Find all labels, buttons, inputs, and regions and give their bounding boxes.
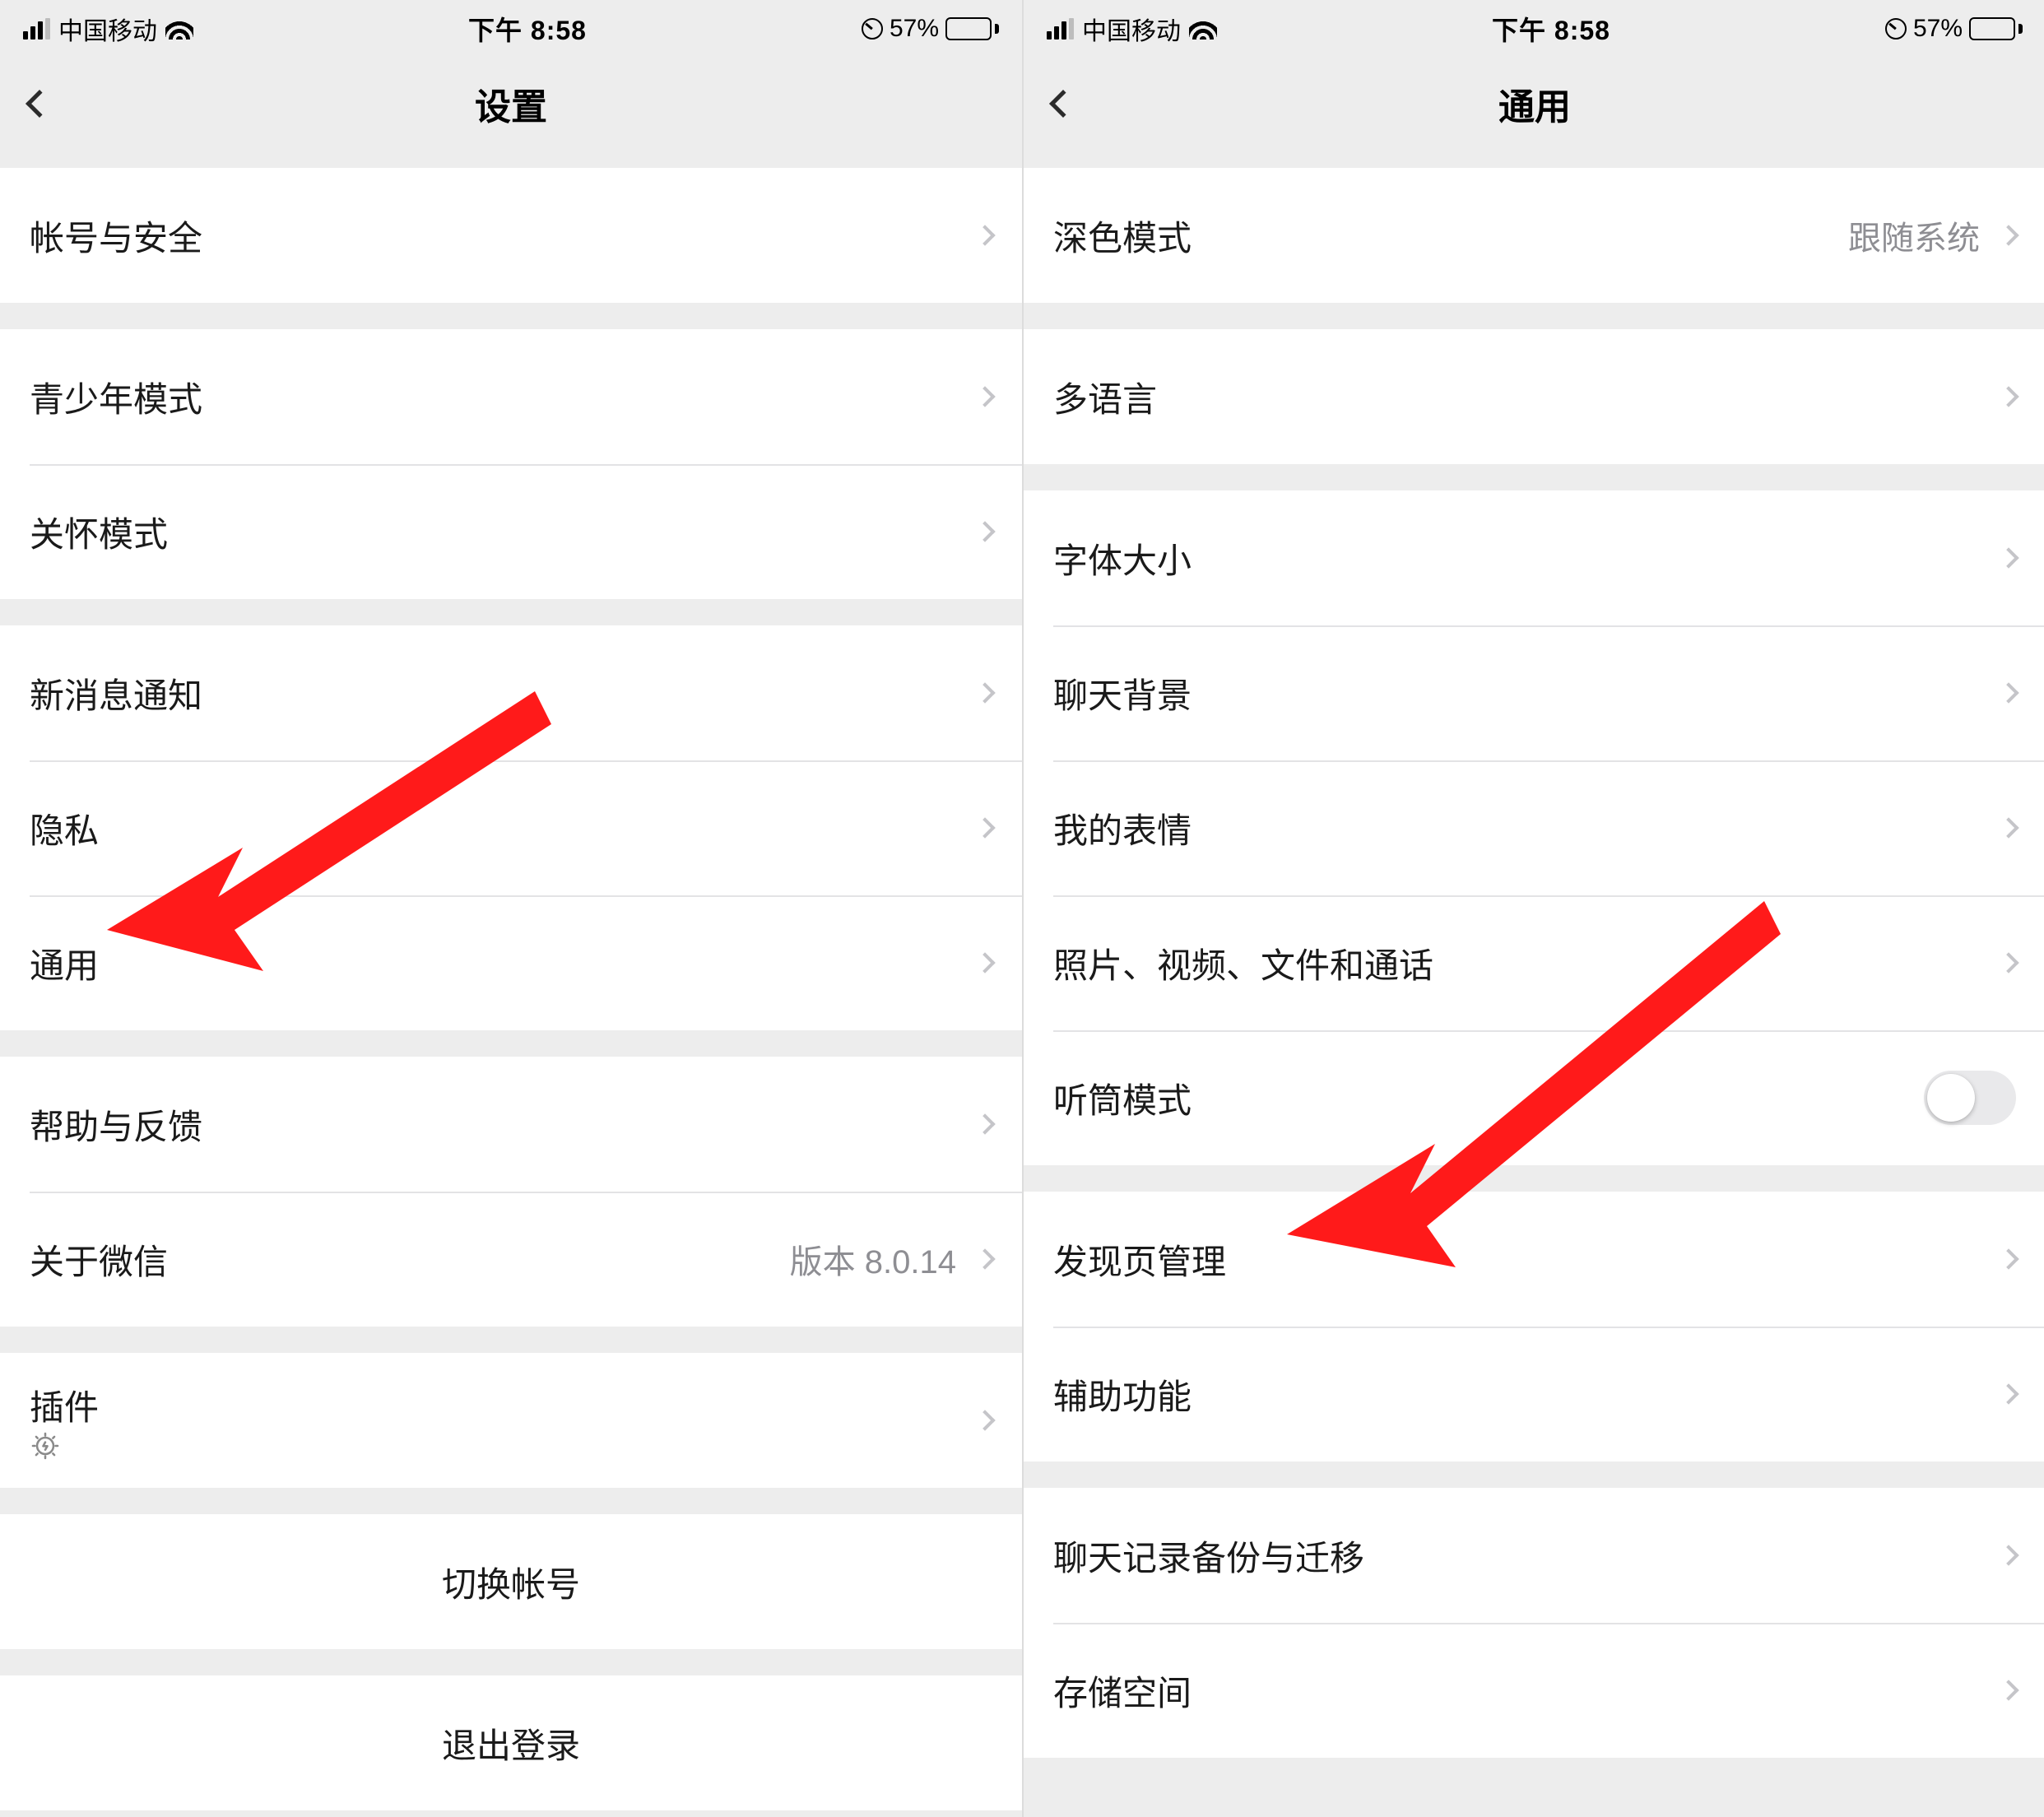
row-accessibility[interactable]: 辅助功能 [1024, 1327, 2044, 1462]
chevron-right-icon [1998, 952, 2018, 973]
row-label: 发现页管理 [1053, 1234, 1995, 1285]
row-label: 隐私 [30, 803, 971, 853]
chevron-right-icon [1998, 386, 2018, 407]
chevron-right-icon [1998, 1383, 2018, 1404]
nav-bar: 设置 [0, 58, 1022, 150]
lightbulb-icon [30, 1430, 971, 1462]
screenshot-general: 中国移动 下午 8:58 57% 通用 深色 [1024, 0, 2044, 1817]
back-button[interactable] [15, 79, 64, 128]
chevron-right-icon [974, 521, 995, 541]
row-chat-backup[interactable]: 聊天记录备份与迁移 [1024, 1488, 2044, 1623]
chevron-right-icon [1998, 547, 2018, 568]
chevron-right-icon [974, 1248, 995, 1269]
row-logout[interactable]: 退出登录 [0, 1675, 1022, 1810]
chevron-right-icon [1998, 1248, 2018, 1269]
battery-pct: 57% [1913, 15, 1963, 43]
chevron-right-icon [974, 817, 995, 838]
row-media-files-calls[interactable]: 照片、视频、文件和通话 [1024, 895, 2044, 1030]
row-account-security[interactable]: 帐号与安全 [0, 168, 1022, 303]
status-time: 下午 8:58 [468, 10, 587, 48]
row-value: 跟随系统 [1848, 211, 1980, 259]
status-bar: 中国移动 下午 8:58 57% [1024, 0, 2044, 58]
row-label: 插件 [30, 1380, 971, 1462]
chevron-right-icon [974, 682, 995, 703]
carrier-label: 中国移动 [58, 11, 157, 47]
signal-icon [23, 18, 50, 40]
back-button[interactable] [1038, 79, 1088, 128]
nav-bar: 通用 [1024, 58, 2044, 150]
row-label: 新消息通知 [30, 668, 971, 718]
row-earpiece-mode[interactable]: 听筒模式 [1024, 1030, 2044, 1165]
row-storage[interactable]: 存储空间 [1024, 1623, 2044, 1758]
row-switch-account[interactable]: 切换帐号 [0, 1514, 1022, 1649]
chevron-left-icon [1049, 90, 1077, 118]
row-label: 听筒模式 [1053, 1073, 1924, 1123]
row-help-feedback[interactable]: 帮助与反馈 [0, 1057, 1022, 1192]
row-label: 关于微信 [30, 1234, 790, 1285]
row-label: 聊天背景 [1053, 668, 1995, 718]
battery-icon [1969, 17, 2023, 40]
battery-pct: 57% [890, 15, 939, 43]
chevron-right-icon [974, 1410, 995, 1430]
row-label: 深色模式 [1053, 211, 1848, 261]
row-label: 关怀模式 [30, 507, 971, 557]
row-dark-mode[interactable]: 深色模式 跟随系统 [1024, 168, 2044, 303]
row-plugins[interactable]: 插件 [0, 1353, 1022, 1488]
chevron-right-icon [1998, 817, 2018, 838]
row-label: 通用 [30, 938, 971, 988]
row-discover-management[interactable]: 发现页管理 [1024, 1192, 2044, 1327]
row-label: 帐号与安全 [30, 211, 971, 261]
chevron-right-icon [1998, 225, 2018, 245]
alarm-icon [862, 18, 883, 40]
chevron-right-icon [1998, 1545, 2018, 1565]
row-label: 帮助与反馈 [30, 1099, 971, 1150]
row-label: 多语言 [1053, 372, 1995, 422]
row-chat-background[interactable]: 聊天背景 [1024, 625, 2044, 760]
row-label: 青少年模式 [30, 372, 971, 422]
alarm-icon [1885, 18, 1907, 40]
row-stickers[interactable]: 我的表情 [1024, 760, 2044, 895]
row-label: 切换帐号 [30, 1557, 992, 1607]
carrier-label: 中国移动 [1082, 11, 1181, 47]
row-notifications[interactable]: 新消息通知 [0, 625, 1022, 760]
chevron-right-icon [974, 386, 995, 407]
signal-icon [1047, 18, 1074, 40]
row-general[interactable]: 通用 [0, 895, 1022, 1030]
earpiece-toggle[interactable] [1924, 1071, 2016, 1125]
row-label: 退出登录 [30, 1718, 992, 1768]
wifi-icon [165, 18, 193, 40]
row-privacy[interactable]: 隐私 [0, 760, 1022, 895]
row-language[interactable]: 多语言 [1024, 329, 2044, 464]
page-title: 通用 [1498, 77, 1571, 130]
chevron-right-icon [1998, 682, 2018, 703]
screenshot-settings: 中国移动 下午 8:58 57% 设置 帐号 [0, 0, 1022, 1817]
row-care-mode[interactable]: 关怀模式 [0, 464, 1022, 599]
row-label: 照片、视频、文件和通话 [1053, 938, 1995, 988]
chevron-right-icon [1998, 1680, 2018, 1700]
battery-icon [945, 17, 999, 40]
row-label: 字体大小 [1053, 533, 1995, 583]
page-title: 设置 [475, 77, 547, 130]
wifi-icon [1189, 18, 1217, 40]
chevron-right-icon [974, 952, 995, 973]
row-value: 版本 8.0.14 [790, 1235, 956, 1283]
row-font-size[interactable]: 字体大小 [1024, 490, 2044, 625]
row-label: 存储空间 [1053, 1666, 1995, 1716]
row-label: 我的表情 [1053, 803, 1995, 853]
status-time: 下午 8:58 [1492, 10, 1610, 48]
chevron-right-icon [974, 225, 995, 245]
row-teen-mode[interactable]: 青少年模式 [0, 329, 1022, 464]
row-label: 聊天记录备份与迁移 [1053, 1531, 1995, 1581]
chevron-right-icon [974, 1113, 995, 1134]
chevron-left-icon [26, 90, 53, 118]
row-about[interactable]: 关于微信 版本 8.0.14 [0, 1192, 1022, 1327]
row-label: 辅助功能 [1053, 1369, 1995, 1420]
status-bar: 中国移动 下午 8:58 57% [0, 0, 1022, 58]
